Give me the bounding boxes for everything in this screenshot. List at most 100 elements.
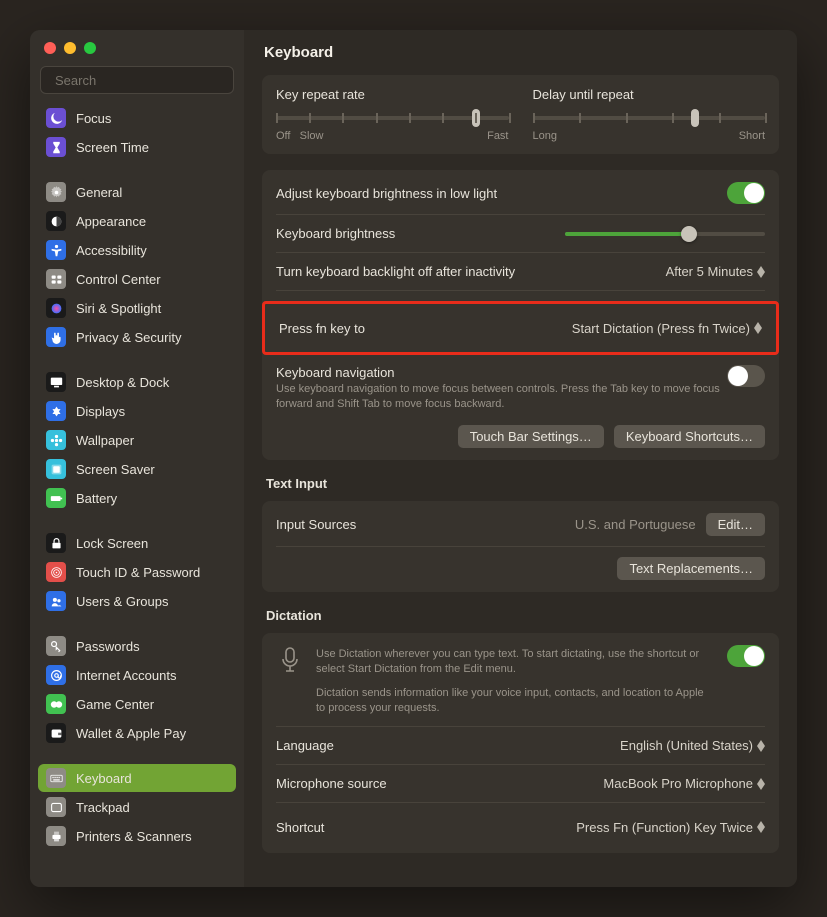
- microphone-icon: [281, 647, 299, 673]
- moon-icon: [46, 108, 66, 128]
- sidebar-item-screen-saver[interactable]: Screen Saver: [38, 455, 236, 483]
- slider-thumb[interactable]: [691, 109, 699, 127]
- page-title: Keyboard: [264, 44, 777, 61]
- sidebar-item-keyboard[interactable]: Keyboard: [38, 764, 236, 792]
- fast-label: Fast: [487, 130, 508, 142]
- key-repeat-rate-slider[interactable]: [276, 116, 509, 120]
- delay-until-repeat-group: Delay until repeat Long Short: [533, 87, 766, 142]
- keyboard-nav-toggle[interactable]: [727, 365, 765, 387]
- sidebar-item-wallpaper[interactable]: Wallpaper: [38, 426, 236, 454]
- users-icon: [46, 591, 66, 611]
- sidebar-item-label: Battery: [76, 491, 117, 506]
- header: Keyboard: [244, 30, 797, 71]
- dictation-pane: Use Dictation wherever you can type text…: [262, 633, 779, 854]
- chevron-updown-icon: [757, 821, 765, 833]
- sidebar-item-screen-time[interactable]: Screen Time: [38, 133, 236, 161]
- keyboard-brightness-label: Keyboard brightness: [276, 226, 395, 241]
- minimize-icon[interactable]: [64, 42, 76, 54]
- dictation-desc-2: Dictation sends information like your vo…: [316, 686, 715, 717]
- text-input-pane: Input Sources U.S. and Portuguese Edit… …: [262, 501, 779, 592]
- sidebar-item-label: Siri & Spotlight: [76, 301, 161, 316]
- search-field[interactable]: [40, 66, 234, 94]
- close-icon[interactable]: [44, 42, 56, 54]
- sidebar-item-wallet-apple-pay[interactable]: Wallet & Apple Pay: [38, 719, 236, 747]
- sidebar-item-label: Wallet & Apple Pay: [76, 726, 186, 741]
- sidebar-item-label: Passwords: [76, 639, 140, 654]
- flower-icon: [46, 430, 66, 450]
- dictation-toggle[interactable]: [727, 645, 765, 667]
- edit-input-sources-button[interactable]: Edit…: [706, 513, 765, 536]
- sidebar-item-label: Focus: [76, 111, 111, 126]
- sidebar-item-label: Keyboard: [76, 771, 132, 786]
- sidebar-item-general[interactable]: General: [38, 178, 236, 206]
- access-icon: [46, 240, 66, 260]
- sidebar-item-label: Accessibility: [76, 243, 147, 258]
- wallet-icon: [46, 723, 66, 743]
- hand-icon: [46, 327, 66, 347]
- dictation-language-label: Language: [276, 738, 334, 753]
- sidebar-item-battery[interactable]: Battery: [38, 484, 236, 512]
- dictation-desc-1: Use Dictation wherever you can type text…: [316, 647, 715, 678]
- battery-icon: [46, 488, 66, 508]
- sidebar-item-desktop-dock[interactable]: Desktop & Dock: [38, 368, 236, 396]
- game-icon: [46, 694, 66, 714]
- delay-until-repeat-slider[interactable]: [533, 116, 766, 120]
- dictation-shortcut-popup[interactable]: Press Fn (Function) Key Twice: [576, 820, 765, 835]
- sidebar-item-accessibility[interactable]: Accessibility: [38, 236, 236, 264]
- at-icon: [46, 665, 66, 685]
- sidebar-item-label: Game Center: [76, 697, 154, 712]
- dictation-section-title: Dictation: [266, 608, 779, 623]
- touchbar-settings-button[interactable]: Touch Bar Settings…: [458, 425, 604, 448]
- sidebar-item-trackpad[interactable]: Trackpad: [38, 793, 236, 821]
- lock-icon: [46, 533, 66, 553]
- text-replacements-button[interactable]: Text Replacements…: [617, 557, 765, 580]
- sidebar-list: Focus Screen Time General Appearance Accessi…: [30, 104, 244, 887]
- fn-key-value: Start Dictation (Press fn Twice): [572, 321, 750, 336]
- keyboard-brightness-slider[interactable]: [565, 232, 765, 236]
- chevron-updown-icon: [757, 778, 765, 790]
- sidebar-item-focus[interactable]: Focus: [38, 104, 236, 132]
- chevron-updown-icon: [754, 322, 762, 334]
- sidebar-item-printers-scanners[interactable]: Printers & Scanners: [38, 822, 236, 850]
- microphone-source-popup[interactable]: MacBook Pro Microphone: [603, 776, 765, 791]
- fn-key-label: Press fn key to: [279, 321, 365, 336]
- sidebar-item-siri-spotlight[interactable]: Siri & Spotlight: [38, 294, 236, 322]
- sidebar-item-displays[interactable]: Displays: [38, 397, 236, 425]
- dictation-language-popup[interactable]: English (United States): [620, 738, 765, 753]
- sidebar-item-touch-id-password[interactable]: Touch ID & Password: [38, 558, 236, 586]
- key-icon: [46, 636, 66, 656]
- sidebar-item-control-center[interactable]: Control Center: [38, 265, 236, 293]
- sidebar-item-label: Appearance: [76, 214, 146, 229]
- sidebar-item-users-groups[interactable]: Users & Groups: [38, 587, 236, 615]
- dictation-shortcut-label: Shortcut: [276, 820, 324, 835]
- trackpad-icon: [46, 797, 66, 817]
- sidebar-item-passwords[interactable]: Passwords: [38, 632, 236, 660]
- microphone-source-value: MacBook Pro Microphone: [603, 776, 753, 791]
- backlight-value: After 5 Minutes: [666, 264, 753, 279]
- text-input-section-title: Text Input: [266, 476, 779, 491]
- saver-icon: [46, 459, 66, 479]
- sidebar-item-label: Touch ID & Password: [76, 565, 200, 580]
- fn-key-popup[interactable]: Start Dictation (Press fn Twice): [572, 321, 762, 336]
- sidebar-item-internet-accounts[interactable]: Internet Accounts: [38, 661, 236, 689]
- backlight-off-popup[interactable]: After 5 Minutes: [666, 264, 765, 279]
- slow-label: Slow: [300, 130, 324, 142]
- window-controls: [30, 30, 244, 66]
- sidebar-item-label: Screen Saver: [76, 462, 155, 477]
- main-panel: Keyboard Key repeat rate Off Slow Fast: [244, 30, 797, 887]
- key-repeat-rate-group: Key repeat rate Off Slow Fast: [276, 87, 509, 142]
- input-sources-label: Input Sources: [276, 517, 356, 532]
- dictation-shortcut-value: Press Fn (Function) Key Twice: [576, 820, 753, 835]
- keyboard-shortcuts-button[interactable]: Keyboard Shortcuts…: [614, 425, 765, 448]
- search-input[interactable]: [55, 73, 231, 88]
- sidebar-item-label: Printers & Scanners: [76, 829, 192, 844]
- sidebar-item-appearance[interactable]: Appearance: [38, 207, 236, 235]
- zoom-icon[interactable]: [84, 42, 96, 54]
- sidebar-item-privacy-security[interactable]: Privacy & Security: [38, 323, 236, 351]
- keyboard-nav-desc: Use keyboard navigation to move focus be…: [276, 382, 727, 413]
- adjust-brightness-toggle[interactable]: [727, 182, 765, 204]
- sidebar-item-label: Wallpaper: [76, 433, 134, 448]
- slider-thumb[interactable]: [681, 226, 697, 242]
- sidebar-item-lock-screen[interactable]: Lock Screen: [38, 529, 236, 557]
- sidebar-item-game-center[interactable]: Game Center: [38, 690, 236, 718]
